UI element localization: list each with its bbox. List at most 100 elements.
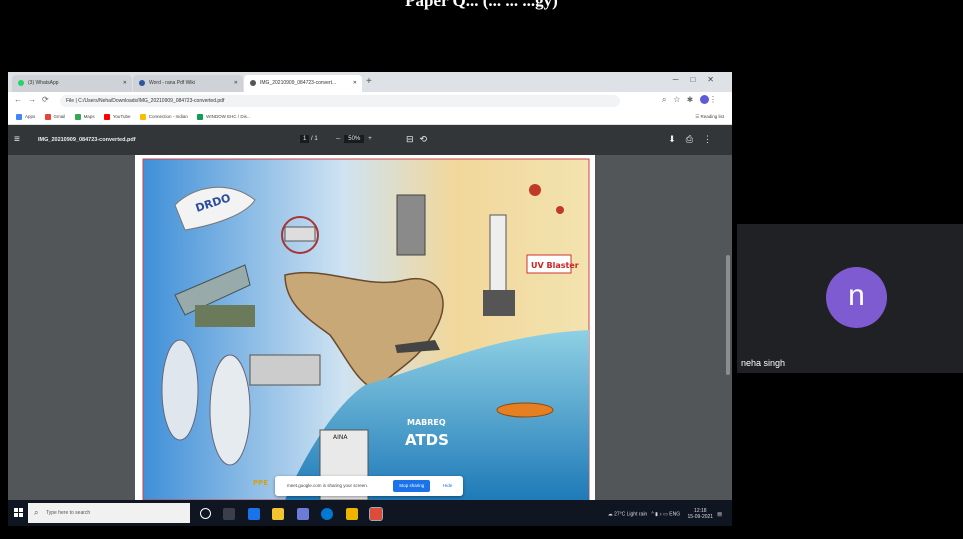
pdf-viewer: DRDO UV Blaster AINA MABREQ ATDS PPE (8, 155, 732, 500)
clock-date: 15-09-2021 (687, 514, 714, 520)
virus-icon (556, 206, 564, 214)
gmail-icon (44, 113, 51, 120)
machine-tower (396, 194, 426, 256)
clock[interactable]: 12:18 15-09-2021 (688, 508, 714, 520)
bookmark-icon (197, 113, 204, 120)
address-icons: ⌕☆✱ ⋮ (662, 95, 724, 105)
browser-tab-bar: (3) WhatsApp ✕ Word - rana Pdf Wiki ✕ IMG_… (8, 72, 732, 92)
download-icon[interactable]: ⬇ (668, 134, 686, 144)
close-icon[interactable]: ✕ (234, 75, 238, 92)
search-placeholder: Type here to search (46, 510, 91, 516)
zoom-in-icon[interactable]: + (368, 136, 372, 142)
cortana-icon[interactable] (200, 508, 211, 520)
page-total: / 1 (311, 136, 318, 142)
taskbar-search-input[interactable]: ⌕ Type here to search (28, 503, 190, 523)
scrollbar[interactable] (726, 255, 730, 375)
uv-box (483, 290, 515, 316)
tray-icons[interactable]: ^ ▮ ♪ ▭ (649, 511, 670, 517)
task-view-icon[interactable] (223, 507, 236, 520)
mabreq-text: MABREQ (407, 418, 446, 427)
app-icon[interactable] (296, 507, 309, 520)
youtube-icon (103, 113, 110, 120)
tab-whatsapp[interactable]: (3) WhatsApp ✕ (12, 75, 132, 92)
reading-list-button[interactable]: ☰ Reading list (695, 110, 724, 124)
globe-icon (250, 79, 256, 86)
tab-label: Word - rana Pdf Wiki (149, 80, 196, 86)
bookmark-label: Connection - Indian (148, 114, 188, 119)
shared-screen: (3) WhatsApp ✕ Word - rana Pdf Wiki ✕ IMG_… (8, 72, 732, 526)
rotate-icon[interactable]: ⟲ (420, 134, 434, 144)
bookmark-window[interactable]: WINDOW EHC / Dis... (197, 110, 251, 124)
virus-icon (529, 184, 541, 196)
atds-text: ATDS (405, 431, 449, 449)
close-icon[interactable]: ✕ (353, 75, 357, 92)
maps-icon (74, 113, 81, 120)
hide-button[interactable]: Hide (439, 480, 456, 492)
bookmark-youtube[interactable]: YouTube (103, 110, 131, 124)
uv-blaster-text: UV Blaster (531, 261, 579, 270)
bookmarks-bar: Apps Gmail Maps YouTube Connection - Ind… (8, 110, 732, 125)
bookmark-label: WINDOW EHC / Dis... (206, 114, 251, 119)
aina-text: AINA (333, 434, 348, 441)
bookmark-apps[interactable]: Apps (16, 110, 35, 124)
fit-page-icon[interactable]: ⊟ (406, 134, 420, 144)
print-icon[interactable]: ⎙ (686, 134, 703, 144)
maximize-icon[interactable]: □ (690, 75, 707, 84)
reload-icon[interactable]: ⟳ (42, 95, 55, 104)
close-window-icon[interactable]: ✕ (707, 75, 726, 84)
person-1 (161, 339, 199, 441)
mail-icon[interactable] (247, 507, 260, 520)
file-explorer-icon[interactable] (272, 507, 285, 520)
page-indicator: 1 / 1 (300, 135, 318, 143)
tab-label: IMG_20210909_084723-convert... (260, 80, 337, 86)
taskbar-apps (200, 505, 390, 523)
uv-tower (489, 214, 507, 296)
poster-illustration: DRDO UV Blaster AINA MABREQ ATDS PPE (142, 158, 590, 500)
star-icon[interactable]: ☆ (674, 95, 688, 104)
hospital-bed (249, 354, 321, 386)
pdf-toolbar: ≡ IMG_20210909_084723-converted.pdf 1 / … (8, 125, 732, 155)
hamburger-menu-icon[interactable]: ≡ (14, 134, 20, 145)
menu-icon[interactable]: ⋮ (709, 95, 724, 104)
profile-avatar[interactable] (700, 95, 709, 105)
page-number-input[interactable]: 1 (300, 135, 310, 143)
new-tab-button[interactable]: + (366, 76, 372, 87)
tab-pdf[interactable]: IMG_20210909_084723-convert... ✕ (244, 75, 362, 92)
pdf-page: DRDO UV Blaster AINA MABREQ ATDS PPE (135, 155, 595, 500)
notifications-icon[interactable]: ▤ (714, 511, 722, 517)
bookmark-gmail[interactable]: Gmail (44, 110, 65, 124)
bookmark-connection[interactable]: Connection - Indian (139, 110, 188, 124)
zoom-out-icon[interactable]: ─ (336, 136, 340, 142)
bolt-icon[interactable] (345, 507, 358, 520)
bookmark-label: YouTube (112, 114, 131, 119)
zoom-icon[interactable]: ⌕ (662, 95, 673, 104)
nav-buttons: ←→⟳ (14, 95, 55, 104)
window-controls: ─□✕ (673, 75, 726, 84)
weather-text[interactable]: 27°C Light rain (614, 511, 647, 517)
bookmark-label: Apps (25, 114, 36, 119)
top-caption: Paper Q... (... ... ...gy) (405, 0, 558, 10)
zoom-input[interactable]: 50% (344, 135, 365, 143)
back-icon[interactable]: ← (14, 95, 28, 104)
minimize-icon[interactable]: ─ (673, 75, 691, 84)
forward-icon[interactable]: → (28, 95, 42, 104)
reading-list-label: Reading list (700, 114, 724, 119)
bookmark-maps[interactable]: Maps (74, 110, 95, 124)
bookmark-label: Maps (83, 114, 95, 119)
edge-icon[interactable] (321, 507, 334, 520)
person-2 (209, 354, 251, 466)
language-indicator[interactable]: ENG (669, 511, 680, 517)
participant-tile[interactable]: n neha singh (737, 224, 963, 373)
extensions-icon[interactable]: ✱ (687, 95, 700, 104)
chrome-icon[interactable] (369, 506, 384, 521)
view-controls: ⊟⟲ (406, 134, 433, 145)
url-input[interactable]: File | C:/Users/Neha/Downloads/IMG_20210… (60, 95, 620, 107)
tab-word[interactable]: Word - rana Pdf Wiki ✕ (133, 75, 243, 92)
more-icon[interactable]: ⋮ (703, 134, 722, 144)
close-icon[interactable]: ✕ (123, 75, 127, 92)
search-icon: ⌕ (34, 508, 39, 517)
windows-start-icon[interactable] (14, 508, 23, 517)
ppe-text: PPE (253, 479, 268, 487)
participant-name: neha singh (741, 358, 786, 368)
stop-sharing-button[interactable]: Stop sharing (393, 480, 431, 492)
